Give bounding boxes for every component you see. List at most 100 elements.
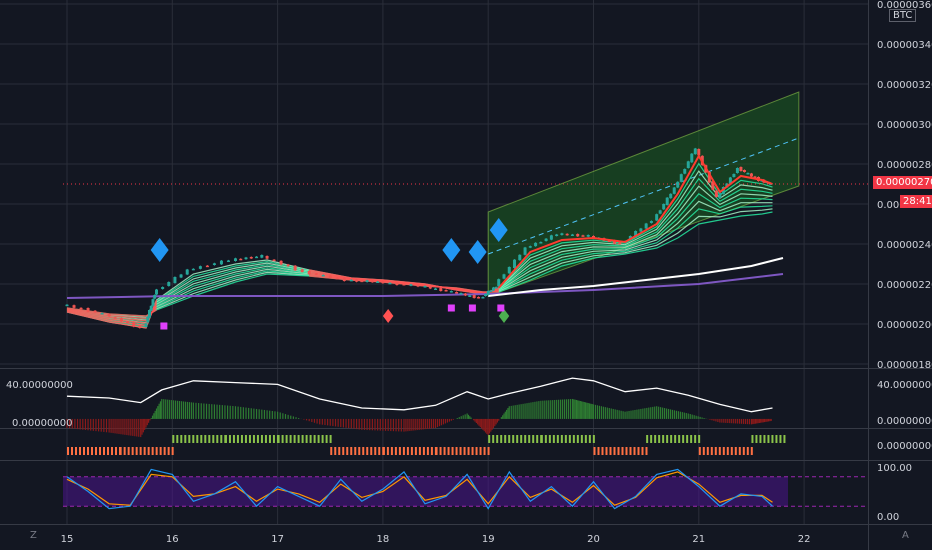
bear-signal-bar — [350, 447, 353, 455]
bull-signal-bar — [317, 435, 320, 443]
candle-body — [86, 308, 90, 312]
candle-body — [662, 204, 666, 210]
candle-body — [226, 260, 230, 262]
bull-signal-bar — [690, 435, 693, 443]
candle-body — [147, 310, 151, 318]
bull-signal-bar — [289, 435, 292, 443]
bear-signal-bar — [601, 447, 604, 455]
candle-body — [679, 174, 683, 182]
candle-body — [388, 282, 392, 285]
bear-signal-bar — [107, 447, 109, 455]
bear-signal-bar — [139, 447, 142, 455]
candle-body — [749, 173, 753, 177]
candle-body — [489, 290, 493, 292]
zoom-reset-icon[interactable]: Z — [30, 530, 37, 541]
bull-signal-bar — [184, 435, 187, 443]
bear-signal-bar — [593, 447, 596, 455]
bear-signal-bar — [354, 447, 357, 455]
bull-signal-bar — [528, 435, 531, 443]
candle-body — [544, 238, 548, 241]
bull-signal-bar — [658, 435, 661, 443]
candle-body — [272, 259, 276, 262]
bear-signal-bar — [131, 447, 134, 455]
candle-body — [113, 317, 117, 319]
chart-canvas[interactable]: 0.000003600.000003400.000003200.00000300… — [0, 0, 932, 550]
candle-body — [555, 234, 559, 236]
bear-signal-bar — [390, 447, 393, 455]
bull-signal-bar — [759, 435, 762, 443]
bear-signal-bar — [621, 447, 624, 455]
candle-body — [132, 322, 136, 327]
bear-signal-bar — [155, 447, 158, 455]
bull-signal-bar — [176, 435, 179, 443]
blue-diamond-marker — [150, 238, 169, 262]
bear-signal-bar — [467, 447, 470, 455]
candle-body — [718, 193, 722, 198]
time-tick-label: 16 — [166, 534, 179, 545]
candle-body — [513, 259, 517, 268]
bear-signal-bar — [463, 447, 466, 455]
bear-signal-bar — [370, 447, 373, 455]
bear-signal-bar — [714, 447, 717, 455]
candle-body — [376, 281, 380, 283]
candle-body — [79, 307, 83, 310]
bear-signal-bar — [167, 447, 170, 455]
candle-body — [93, 310, 97, 313]
bull-signal-bar — [188, 435, 191, 443]
candle-body — [732, 174, 736, 177]
bull-signal-bar — [313, 435, 316, 443]
bull-signal-bar — [272, 435, 275, 443]
price-tick-label: 0.00000340 — [877, 40, 932, 51]
candle-body — [72, 305, 76, 308]
bull-signal-bar — [256, 435, 259, 443]
candle-body — [428, 286, 432, 289]
bull-signal-bar — [767, 435, 770, 443]
bear-signal-bar — [609, 447, 612, 455]
bear-signal-bar — [83, 447, 85, 455]
price-tick-label: 0.00000320 — [877, 80, 932, 91]
candle-body — [279, 260, 283, 265]
bull-signal-bar — [779, 435, 782, 443]
bear-signal-bar — [625, 447, 628, 455]
candle-body — [439, 288, 443, 291]
bear-signal-bar — [115, 447, 117, 455]
candle-body — [507, 267, 511, 274]
bull-signal-bar — [293, 435, 296, 443]
magenta-square-marker — [447, 304, 455, 312]
candle-body — [690, 153, 694, 163]
auto-scale-icon[interactable]: A — [902, 530, 909, 541]
candle-body — [586, 235, 590, 237]
bear-signal-bar — [613, 447, 616, 455]
bull-signal-bar — [512, 435, 515, 443]
bull-signal-bar — [285, 435, 288, 443]
candle-body — [486, 291, 490, 295]
bull-signal-bar — [678, 435, 681, 443]
bear-signal-bar — [698, 447, 701, 455]
candle-body — [161, 287, 165, 289]
bull-signal-bar — [771, 435, 774, 443]
bear-signal-bar — [487, 447, 490, 455]
candle-body — [481, 297, 485, 299]
blue-diamond-marker — [442, 238, 461, 262]
candle-body — [658, 210, 662, 214]
candle-body — [173, 277, 177, 283]
bull-signal-bar — [540, 435, 543, 443]
candle-body — [300, 269, 304, 272]
bear-signal-bar — [386, 447, 389, 455]
candle-body — [491, 287, 495, 291]
bull-signal-bar — [520, 435, 523, 443]
bear-signal-bar — [127, 447, 130, 455]
bear-signal-bar — [398, 447, 401, 455]
bear-signal-bar — [358, 447, 361, 455]
bear-signal-bar — [722, 447, 725, 455]
bull-signal-bar — [236, 435, 239, 443]
bull-signal-bar — [584, 435, 587, 443]
bull-signal-bar — [576, 435, 579, 443]
bull-signal-bar — [674, 435, 677, 443]
bear-signal-bar — [455, 447, 458, 455]
candle-body — [409, 284, 413, 286]
candle-body — [335, 277, 339, 280]
bear-signal-bar — [143, 447, 146, 455]
bull-signal-bar — [516, 435, 519, 443]
candle-body — [191, 268, 195, 271]
